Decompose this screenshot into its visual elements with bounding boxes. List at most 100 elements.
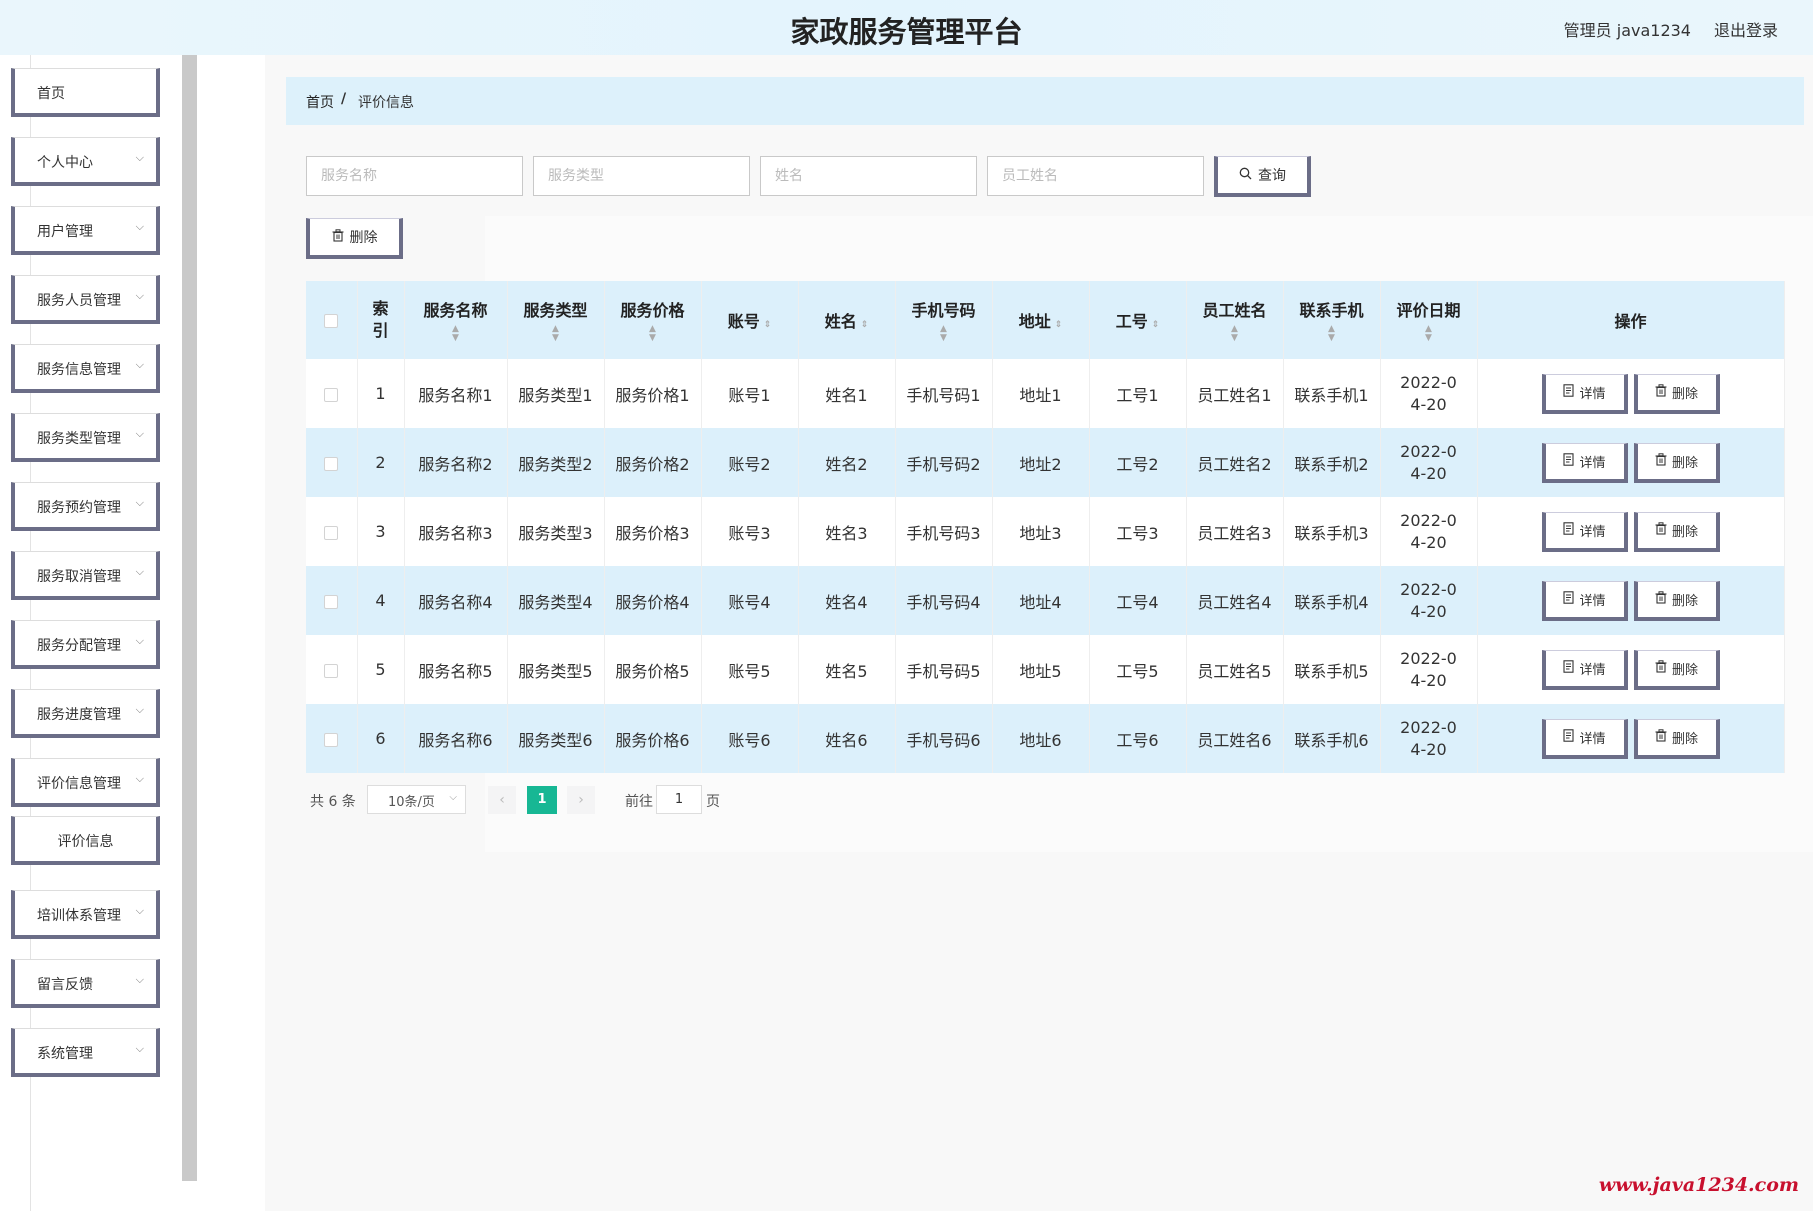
search-service-name-input[interactable] [306,156,523,196]
sidebar-item-label: 评价信息 [57,834,114,850]
sort-icon[interactable]: ▲ ▼ [508,325,604,343]
detail-button[interactable]: 详情 [1541,373,1628,414]
chevron-down-icon: ⌵ [135,772,144,785]
sidebar-item[interactable]: 服务预约管理 ⌵ [11,482,160,531]
table-row[interactable]: 5 服务名称5 服务类型5 服务价格5 账号5 姓名5 手机号码5 地址5 工号5 员工姓名5 联系… [306,635,1785,704]
sidebar-item[interactable]: 服务进度管理 ⌵ [11,689,160,738]
sort-icon[interactable]: ▲ ▼ [1381,325,1477,343]
select-all-checkbox[interactable] [324,314,339,328]
cell-value: 工号6 [1116,730,1159,750]
table-row[interactable]: 3 服务名称3 服务类型3 服务价格3 账号3 姓名3 手机号码3 地址3 工号3 员工姓名3 联系… [306,497,1785,566]
cell-value: 姓名3 [825,523,868,543]
col-service-name[interactable]: 服务名称 ▲ ▼ [404,281,508,359]
col-phone[interactable]: 手机号码 ▲ ▼ [895,281,993,359]
search-name-input[interactable] [760,156,977,196]
page-number-current[interactable]: 1 [527,786,557,814]
row-checkbox[interactable] [324,387,339,402]
batch-delete-label: 删除 [349,230,378,246]
row-checkbox[interactable] [324,663,339,678]
detail-button[interactable]: 详情 [1541,718,1628,759]
row-checkbox[interactable] [324,456,339,471]
col-contact-phone[interactable]: 联系手机 ▲ ▼ [1283,281,1381,359]
delete-button[interactable]: 删除 [1633,649,1720,690]
page-size-select[interactable]: 10条/页 ⌵ [367,785,466,814]
search-staff-name-input[interactable] [987,156,1204,196]
sidebar-scrollbar[interactable] [182,55,197,1181]
table-row[interactable]: 4 服务名称4 服务类型4 服务价格4 账号4 姓名4 手机号码4 地址4 工号4 员工姓名4 联系… [306,566,1785,635]
sort-icon[interactable]: ⇕ [764,320,772,330]
table-row[interactable]: 2 服务名称2 服务类型2 服务价格2 账号2 姓名2 手机号码2 地址2 工号2 员工姓名2 联系… [306,428,1785,497]
delete-button[interactable]: 删除 [1633,373,1720,414]
table-row[interactable]: 6 服务名称6 服务类型6 服务价格6 账号6 姓名6 手机号码6 地址6 工号6 员工姓名6 联系… [306,704,1785,773]
query-button[interactable]: 查询 [1214,156,1311,197]
delete-button[interactable]: 删除 [1633,718,1720,759]
sidebar-subitem[interactable]: 评价信息 [11,816,160,865]
cell-value: 联系手机1 [1294,385,1369,405]
delete-button[interactable]: 删除 [1633,442,1720,483]
search-service-type-input[interactable] [533,156,750,196]
detail-button[interactable]: 详情 [1541,511,1628,552]
logout-link[interactable]: 退出登录 [1714,17,1778,41]
delete-button[interactable]: 删除 [1633,580,1720,621]
col-index: 索引 [357,281,405,359]
goto-page-input[interactable] [656,785,702,814]
col-eval-date[interactable]: 评价日期 ▲ ▼ [1380,281,1478,359]
sidebar-item[interactable]: 首页 [11,68,160,117]
table-cell: 服务价格3 [604,497,702,566]
trash-icon [1655,659,1667,677]
table-row[interactable]: 1 服务名称1 服务类型1 服务价格1 账号1 姓名1 手机号码1 地址1 工号1 员工姓名1 联系… [306,359,1785,428]
sidebar-item[interactable]: 系统管理 ⌵ [11,1028,160,1077]
sort-icon[interactable]: ⇕ [861,320,869,330]
row-checkbox[interactable] [324,525,339,540]
sidebar-item[interactable]: 服务人员管理 ⌵ [11,275,160,324]
table-cell: 姓名4 [798,566,896,635]
sidebar-item[interactable]: 用户管理 ⌵ [11,206,160,255]
table-cell: 服务类型6 [507,704,605,773]
breadcrumb-separator: / [341,91,347,107]
sort-icon[interactable]: ⇕ [1055,320,1063,330]
chevron-down-icon: ⌵ [135,973,144,986]
table-cell: 服务类型3 [507,497,605,566]
sidebar-item[interactable]: 服务类型管理 ⌵ [11,413,160,462]
sort-icon[interactable]: ▲ ▼ [405,325,507,343]
detail-button[interactable]: 详情 [1541,580,1628,621]
batch-delete-button[interactable]: 删除 [306,218,403,259]
sort-icon[interactable]: ▲ ▼ [1187,325,1283,343]
table-cell: 员工姓名2 [1186,428,1284,497]
sidebar-item[interactable]: 个人中心 ⌵ [11,137,160,186]
row-checkbox[interactable] [324,732,339,747]
col-service-type[interactable]: 服务类型 ▲ ▼ [507,281,605,359]
sidebar-item[interactable]: 服务信息管理 ⌵ [11,344,160,393]
detail-button[interactable]: 详情 [1541,442,1628,483]
col-address[interactable]: 地址 ⇕ [992,281,1090,359]
sort-icon[interactable]: ▲ ▼ [896,325,992,343]
col-service-price[interactable]: 服务价格 ▲ ▼ [604,281,702,359]
col-name[interactable]: 姓名 ⇕ [798,281,896,359]
sidebar-item[interactable]: 服务分配管理 ⌵ [11,620,160,669]
next-page-button[interactable]: › [567,786,595,814]
table-cell: 手机号码3 [895,497,993,566]
col-account[interactable]: 账号 ⇕ [701,281,799,359]
pagination-total: 共 6 条 [310,794,356,810]
col-staff-id[interactable]: 工号 ⇕ [1089,281,1187,359]
detail-button[interactable]: 详情 [1541,649,1628,690]
sort-icon[interactable]: ⇕ [1152,320,1160,330]
col-staff-name[interactable]: 员工姓名 ▲ ▼ [1186,281,1284,359]
table-cell: 工号3 [1089,497,1187,566]
sidebar-item[interactable]: 留言反馈 ⌵ [11,959,160,1008]
row-checkbox[interactable] [324,594,339,609]
col-eval-date-label: 评价日期 [1396,301,1461,320]
sidebar-item[interactable]: 服务取消管理 ⌵ [11,551,160,600]
delete-button[interactable]: 删除 [1633,511,1720,552]
table-cell: 服务名称3 [404,497,508,566]
sort-icon[interactable]: ▲ ▼ [605,325,701,343]
trash-icon [332,228,344,246]
cell-value: 联系手机2 [1294,454,1369,474]
breadcrumb-home[interactable]: 首页 [306,92,334,112]
sidebar-item[interactable]: 评价信息管理 ⌵ [11,758,160,807]
sidebar-item[interactable]: 培训体系管理 ⌵ [11,890,160,939]
table-cell: 工号1 [1089,359,1187,428]
prev-page-button[interactable]: ‹ [488,786,516,814]
cell-value: 联系手机4 [1294,592,1369,612]
sort-icon[interactable]: ▲ ▼ [1284,325,1380,343]
